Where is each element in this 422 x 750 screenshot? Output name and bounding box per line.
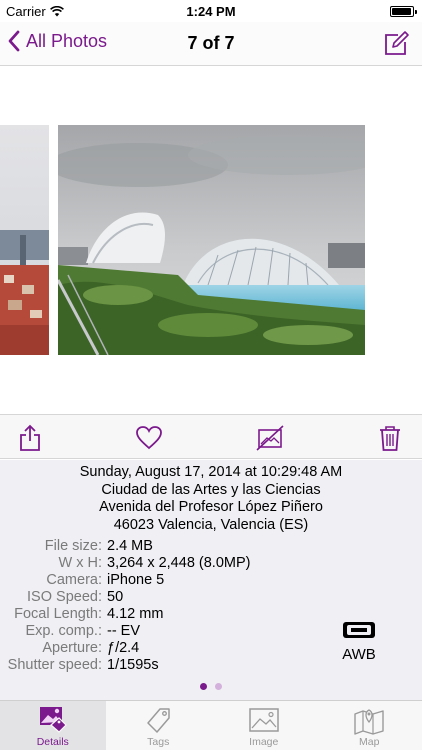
meta-label: File size: xyxy=(44,538,102,554)
tab-label: Map xyxy=(359,736,380,748)
photo-street: Avenida del Profesor López Piñero xyxy=(99,499,323,515)
photo-place: Ciudad de las Artes y las Ciencias xyxy=(101,481,321,498)
meta-value: ƒ/2.4 xyxy=(107,640,140,656)
tab-tags[interactable]: Tags xyxy=(106,701,212,750)
photo-city: 46023 Valencia, Valencia (ES) xyxy=(113,516,309,533)
meta-label: Camera: xyxy=(46,572,102,588)
tab-details[interactable]: Details xyxy=(0,701,106,750)
page-dot-active[interactable] xyxy=(200,683,207,690)
meta-label: ISO Speed: xyxy=(27,589,102,605)
tab-label: Image xyxy=(249,736,279,748)
white-balance-indicator: AWB xyxy=(338,621,380,663)
status-bar: Carrier 1:24 PM xyxy=(0,0,422,22)
meta-value: 50 xyxy=(107,589,124,605)
meta-row: Camera: iPhone 5 xyxy=(0,572,300,589)
meta-row: File size: 2.4 MB xyxy=(0,538,300,555)
tag-icon xyxy=(147,708,170,733)
meta-value: -- EV xyxy=(107,623,141,639)
tab-label: Tags xyxy=(147,736,170,748)
meta-row: W x H: 3,264 x 2,448 (8.0MP) xyxy=(0,555,300,572)
photo-date: Sunday, August 17, 2014 at 10:29:48 AM xyxy=(79,464,343,480)
page-dot[interactable] xyxy=(215,683,222,690)
meta-label: Focal Length: xyxy=(14,606,102,622)
meta-label: Aperture: xyxy=(42,640,102,656)
exif-metadata: File size: 2.4 MB W x H: 3,264 x 2,448 (… xyxy=(0,538,300,674)
white-balance-label: AWB xyxy=(342,646,376,663)
edit-icon[interactable] xyxy=(382,30,410,58)
page-indicator[interactable] xyxy=(0,683,422,690)
map-icon xyxy=(354,709,384,735)
image-icon xyxy=(249,708,279,732)
photo-summary: Sunday, August 17, 2014 at 10:29:48 AM C… xyxy=(0,464,422,534)
share-icon[interactable] xyxy=(16,424,44,452)
trash-icon[interactable] xyxy=(376,424,404,452)
meta-value: 1/1595s xyxy=(107,657,159,673)
status-time: 1:24 PM xyxy=(186,4,236,19)
meta-label: Exp. comp.: xyxy=(25,623,102,639)
meta-row: ISO Speed: 50 xyxy=(0,589,300,606)
meta-value: 4.12 mm xyxy=(107,606,164,622)
tab-bar: Details Tags Image Map xyxy=(0,700,422,750)
hide-photo-icon[interactable] xyxy=(256,424,284,452)
current-photo[interactable] xyxy=(58,125,365,355)
meta-value: 3,264 x 2,448 (8.0MP) xyxy=(107,555,251,571)
tab-label: Details xyxy=(36,736,69,748)
meta-label: Shutter speed: xyxy=(7,657,102,673)
meta-value: 2.4 MB xyxy=(107,538,153,554)
heart-icon[interactable] xyxy=(135,424,163,452)
tab-map[interactable]: Map xyxy=(317,701,422,750)
battery-icon xyxy=(390,6,417,17)
photo-viewer[interactable] xyxy=(0,67,422,414)
photo-info-icon xyxy=(39,707,67,733)
page-title: 7 of 7 xyxy=(187,33,235,53)
photo-toolbar xyxy=(0,414,422,459)
navigation-bar: All Photos 7 of 7 xyxy=(0,22,422,66)
meta-row: Aperture: ƒ/2.4 xyxy=(0,640,300,657)
meta-value: iPhone 5 xyxy=(107,572,165,588)
meta-label: W x H: xyxy=(58,555,103,571)
previous-photo-thumbnail[interactable] xyxy=(0,125,49,355)
photo-details-panel: Sunday, August 17, 2014 at 10:29:48 AM C… xyxy=(0,460,422,700)
white-balance-icon xyxy=(343,622,375,638)
meta-row: Exp. comp.: -- EV xyxy=(0,623,300,640)
tab-image[interactable]: Image xyxy=(211,701,317,750)
meta-row: Shutter speed: 1/1595s xyxy=(0,657,300,674)
meta-row: Focal Length: 4.12 mm xyxy=(0,606,300,623)
